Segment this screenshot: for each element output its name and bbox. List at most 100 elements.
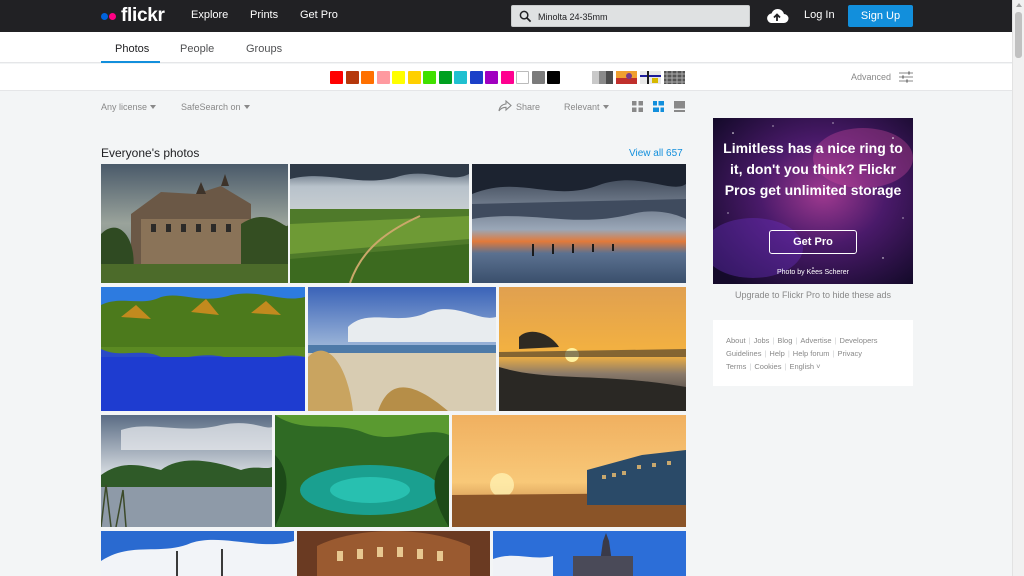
color-swatch-8[interactable] — [438, 71, 452, 84]
license-dropdown[interactable]: Any license — [101, 102, 157, 112]
footer-link-terms[interactable]: Terms — [726, 362, 746, 371]
logo-blue-dot — [101, 12, 108, 20]
ad-headline: Limitless has a nice ring to it, don't y… — [723, 140, 903, 198]
photo-castle[interactable] — [101, 164, 288, 283]
advanced-link[interactable]: Advanced — [851, 72, 891, 82]
photo-cathedral[interactable] — [493, 531, 686, 576]
sort-dropdown[interactable]: Relevant — [564, 102, 609, 112]
footer-separator: | — [832, 349, 835, 358]
share-icon[interactable] — [498, 100, 512, 112]
scroll-up-arrow-icon[interactable] — [1016, 3, 1022, 7]
ad-photo-credit: Photo by Kees Scherer — [777, 269, 849, 276]
depth-of-field-filter[interactable] — [616, 71, 637, 84]
footer-separator: | — [834, 336, 837, 345]
footer-link-advertise[interactable]: Advertise — [800, 336, 831, 345]
view-all-link[interactable]: View all 657 — [629, 148, 683, 159]
color-swatch-1[interactable] — [330, 71, 343, 84]
photo-beach-grass[interactable] — [308, 287, 496, 411]
grid-view-icon[interactable] — [632, 101, 643, 112]
footer-link-blog[interactable]: Blog — [777, 336, 792, 345]
footer-link-help[interactable]: Help — [769, 349, 784, 358]
top-navigation-bar: flickr Explore Prints Get Pro Log In Sig… — [0, 0, 1012, 32]
footer-separator: | — [772, 336, 775, 345]
list-view-icon[interactable] — [674, 101, 685, 112]
photo-pond-trees-image — [101, 415, 272, 527]
sliders-icon[interactable] — [899, 71, 913, 83]
scrollbar-thumb[interactable] — [1015, 12, 1022, 58]
footer-link-guidelines[interactable]: Guidelines — [726, 349, 761, 358]
upgrade-hide-ads-link[interactable]: Upgrade to Flickr Pro to hide these ads — [713, 290, 913, 300]
search-icon[interactable] — [519, 10, 532, 23]
patterns-filter[interactable] — [664, 71, 685, 84]
sort-dropdown-label: Relevant — [564, 102, 600, 112]
color-swatch-14[interactable] — [531, 71, 545, 84]
black-and-white-filter[interactable] — [592, 71, 613, 84]
footer-link-english[interactable]: English — [789, 362, 814, 371]
photo-blue-sky-lamps[interactable] — [101, 531, 294, 576]
license-dropdown-label: Any license — [101, 102, 148, 112]
color-swatch-3[interactable] — [361, 71, 374, 84]
footer-link-cookies[interactable]: Cookies — [754, 362, 781, 371]
color-swatch-6[interactable] — [407, 71, 421, 84]
photo-golden-sunset[interactable] — [499, 287, 686, 411]
color-swatch-13[interactable] — [516, 71, 529, 84]
log-in-link[interactable]: Log In — [804, 9, 835, 21]
nav-get-pro-link[interactable]: Get Pro — [300, 9, 338, 21]
cloud-upload-icon[interactable] — [765, 7, 789, 25]
sign-up-button[interactable]: Sign Up — [848, 5, 913, 27]
footer-link-jobs[interactable]: Jobs — [754, 336, 770, 345]
tab-groups[interactable]: Groups — [246, 43, 282, 55]
minimalism-filter[interactable] — [640, 71, 661, 84]
share-button[interactable]: Share — [516, 102, 540, 112]
photo-seaside-hotel[interactable] — [452, 415, 686, 527]
search-type-tabs: Photos People Groups — [0, 32, 1012, 63]
photo-blue-sky-lamps-image — [101, 531, 294, 576]
color-swatch-15[interactable] — [547, 71, 560, 84]
tab-photos[interactable]: Photos — [115, 43, 149, 55]
photo-library-interior[interactable] — [297, 531, 490, 576]
flickr-logo[interactable]: flickr — [101, 5, 165, 27]
photo-golden-sunset-image — [499, 287, 686, 411]
photo-countryside-image — [290, 164, 469, 283]
photo-library-interior-image — [297, 531, 490, 576]
color-swatch-11[interactable] — [485, 71, 498, 84]
color-swatch-9[interactable] — [454, 71, 467, 84]
footer-link-privacy[interactable]: Privacy — [837, 349, 862, 358]
section-title: Everyone's photos — [101, 146, 200, 160]
active-tab-indicator — [101, 61, 160, 63]
safesearch-dropdown-label: SafeSearch on — [181, 102, 241, 112]
footer-separator: | — [795, 336, 798, 345]
page-scrollbar[interactable] — [1012, 0, 1024, 576]
tab-people[interactable]: People — [180, 43, 214, 55]
footer-separator: | — [787, 349, 790, 358]
color-swatch-12[interactable] — [500, 71, 514, 84]
search-input[interactable] — [538, 9, 743, 24]
color-swatch-7[interactable] — [423, 71, 436, 84]
photo-pier-sunset[interactable] — [472, 164, 686, 283]
photo-pond-trees[interactable] — [101, 415, 272, 527]
nav-prints-link[interactable]: Prints — [250, 9, 278, 21]
photo-lake-reflection-image — [101, 287, 305, 411]
ad-get-pro-button[interactable]: Get Pro — [769, 230, 857, 254]
nav-explore-link[interactable]: Explore — [191, 9, 228, 21]
photo-green-pool-image — [275, 415, 449, 527]
footer-separator: | — [749, 362, 752, 371]
color-swatch-5[interactable] — [392, 71, 405, 84]
footer-row-3: Terms | Cookies | English ˅ — [726, 362, 821, 371]
search-box[interactable] — [511, 5, 750, 27]
safesearch-dropdown[interactable]: SafeSearch on — [181, 102, 250, 112]
color-swatch-2[interactable] — [345, 71, 359, 84]
photo-green-pool[interactable] — [275, 415, 449, 527]
color-swatch-10[interactable] — [469, 71, 483, 84]
color-swatch-4[interactable] — [376, 71, 390, 84]
footer-link-about[interactable]: About — [726, 336, 746, 345]
photo-countryside[interactable] — [290, 164, 469, 283]
flickr-pro-ad[interactable]: Limitless has a nice ring to it, don't y… — [713, 118, 913, 284]
language-chevron-down-icon[interactable]: ˅ — [814, 362, 820, 371]
footer-link-developers[interactable]: Developers — [840, 336, 878, 345]
chevron-down-icon — [602, 105, 609, 109]
footer-separator: | — [764, 349, 767, 358]
footer-link-help-forum[interactable]: Help forum — [793, 349, 830, 358]
justified-view-icon[interactable] — [653, 101, 664, 112]
photo-lake-reflection[interactable] — [101, 287, 305, 411]
